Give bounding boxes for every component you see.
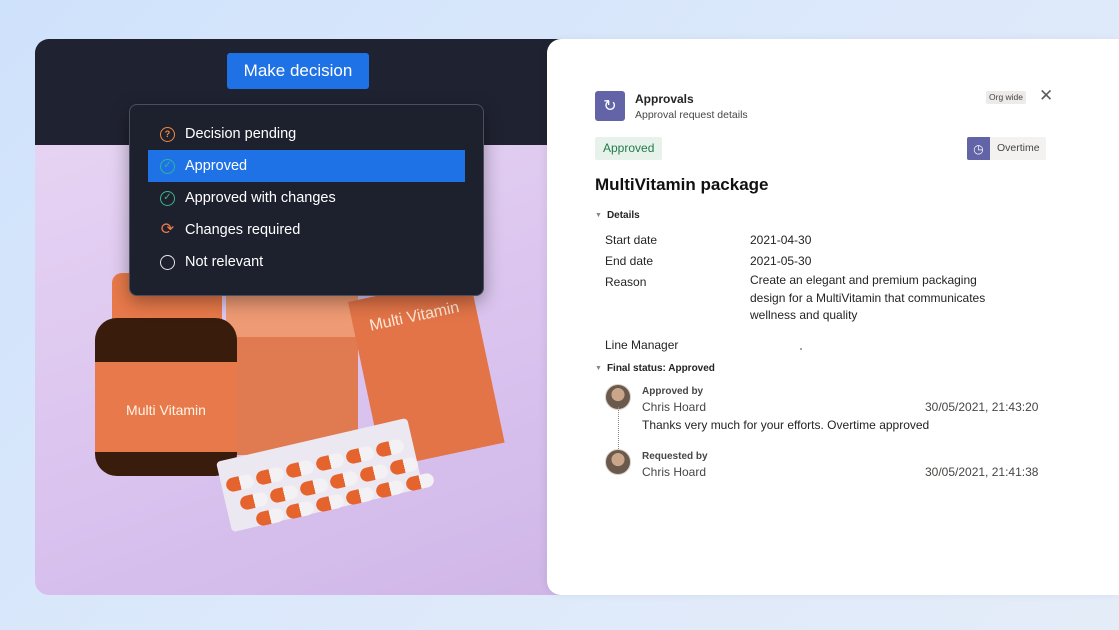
check-circle-icon: ✓ [160,190,175,206]
clock-icon: ◷ [967,137,990,160]
app-subtitle: Approval request details [635,109,748,121]
close-icon[interactable]: ✕ [1039,87,1053,104]
line-manager-label: Line Manager [605,338,679,352]
question-circle-icon: ? [160,126,175,142]
reason-label: Reason [605,275,647,289]
request-title: MultiVitamin package [595,175,769,194]
collapse-triangle-icon: ▼ [595,365,602,372]
option-changes-required[interactable]: ⟳ Changes required [130,214,465,246]
start-date-value: 2021-04-30 [750,233,812,247]
option-label: Approved [185,158,248,174]
details-section-toggle[interactable]: ▼ Details [595,210,640,221]
end-date-label: End date [605,254,654,268]
approved-timestamp: 30/05/2021, 21:43:20 [925,400,1039,414]
approval-comment: Thanks very much for your efforts. Overt… [642,418,930,432]
collapse-triangle-icon: ▼ [595,212,602,219]
requested-timestamp: 30/05/2021, 21:41:38 [925,465,1039,479]
option-approved[interactable]: ✓ Approved [148,150,465,182]
status-badge: Approved [595,137,663,160]
approval-details-panel: ↻ Approvals Approval request details Org… [547,39,1119,595]
end-date-value: 2021-05-30 [750,254,812,268]
option-label: Not relevant [185,254,264,270]
check-circle-icon: ✓ [160,158,175,174]
vitamin-box-back-top [226,295,358,337]
jar-label-text: Multi Vitamin [126,402,206,418]
app-title: Approvals [635,92,694,106]
option-not-relevant[interactable]: Not relevant [130,246,465,278]
approved-by-label: Approved by [642,386,704,397]
final-status-section-toggle[interactable]: ▼ Final status: Approved [595,363,715,374]
approver-name: Chris Hoard [642,400,707,414]
requester-name: Chris Hoard [642,465,707,479]
option-label: Decision pending [185,126,297,142]
line-manager-value [800,348,802,350]
make-decision-button[interactable]: Make decision [227,53,369,89]
option-approved-with-changes[interactable]: ✓ Approved with changes [130,182,465,214]
requested-by-label: Requested by [642,451,708,462]
empty-circle-icon [160,254,175,270]
decision-dropdown: ? Decision pending ✓ Approved ✓ Approved… [129,104,484,296]
option-label: Changes required [185,222,301,238]
timeline-connector [618,407,619,451]
avatar [605,449,631,475]
category-label: Overtime [997,142,1040,154]
start-date-label: Start date [605,233,658,247]
option-label: Approved with changes [185,190,336,206]
org-wide-badge: Org wide [986,91,1027,104]
category-tag: ◷ Overtime [967,137,1046,160]
option-decision-pending[interactable]: ? Decision pending [130,118,465,150]
details-heading: Details [606,210,640,221]
refresh-arrows-icon: ⟳ [160,221,175,238]
final-status-heading: Final status: Approved [606,363,715,374]
reason-value: Create an elegant and premium packaging … [750,273,986,322]
approvals-app-icon: ↻ [595,91,625,121]
